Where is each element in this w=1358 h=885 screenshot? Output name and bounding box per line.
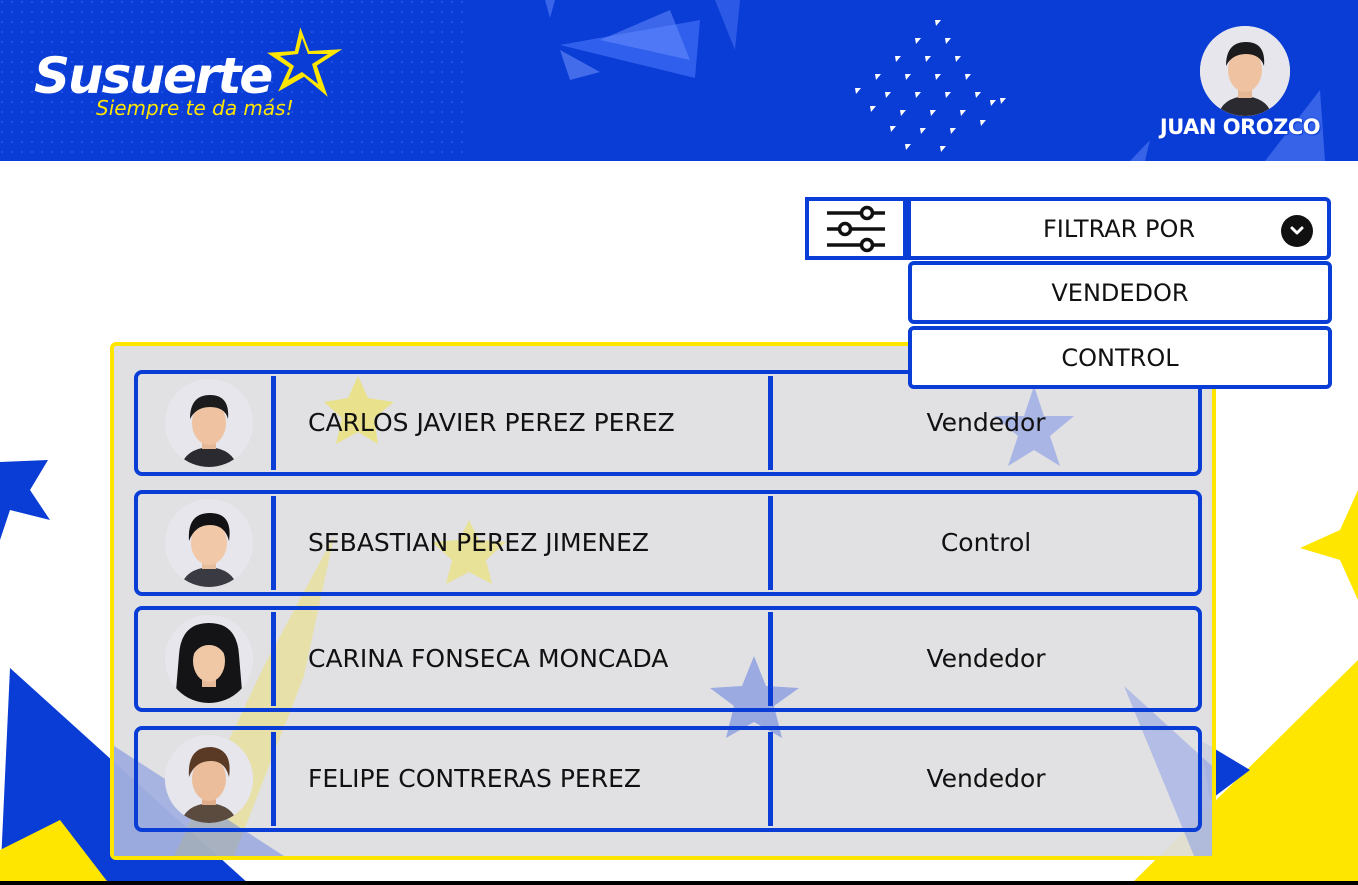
filter-label: FILTRAR POR [1042, 214, 1196, 243]
list-item[interactable]: CARINA FONSECA MONCADA Vendedor [134, 606, 1202, 712]
row-divider [271, 496, 276, 590]
avatar [165, 615, 253, 703]
person-name: CARLOS JAVIER PEREZ PEREZ [308, 408, 675, 437]
row-divider [271, 612, 276, 706]
row-divider [768, 376, 773, 470]
filter-options: VENDEDOR CONTROL [908, 259, 1332, 389]
row-divider [768, 612, 773, 706]
people-list: CARLOS JAVIER PEREZ PEREZ Vendedor SEBAS… [110, 342, 1216, 860]
person-name: CARINA FONSECA MONCADA [308, 644, 669, 673]
row-divider [768, 732, 773, 826]
header-bar: Susuerte Siempre te da más! JUAN OROZCO [0, 0, 1358, 161]
person-name: SEBASTIAN PEREZ JIMENEZ [308, 528, 650, 557]
filter-option-control[interactable]: CONTROL [908, 326, 1332, 389]
person-role: Control [940, 528, 1032, 557]
bottom-border [0, 881, 1358, 885]
avatar [165, 499, 253, 587]
logo-tagline: Siempre te da más! [96, 96, 294, 120]
row-divider [271, 376, 276, 470]
avatar [165, 379, 253, 467]
filter-dropdown[interactable]: FILTRAR POR [907, 197, 1331, 260]
user-avatar[interactable] [1200, 26, 1290, 116]
row-divider [271, 732, 276, 826]
row-divider [768, 496, 773, 590]
susuerte-logo: Susuerte Siempre te da más! [30, 14, 360, 134]
user-name: JUAN OROZCO [1159, 115, 1321, 139]
person-role: Vendedor [926, 644, 1046, 673]
list-item[interactable]: SEBASTIAN PEREZ JIMENEZ Control [134, 490, 1202, 596]
star-icon [262, 20, 348, 102]
chevron-down-icon [1281, 215, 1313, 247]
avatar [165, 735, 253, 823]
filter-option-vendedor[interactable]: VENDEDOR [908, 261, 1332, 324]
person-role: Vendedor [926, 764, 1046, 793]
person-name: FELIPE CONTRERAS PEREZ [308, 764, 642, 793]
sliders-icon [827, 205, 885, 252]
list-item[interactable]: FELIPE CONTRERAS PEREZ Vendedor [134, 726, 1202, 832]
filter-button[interactable] [805, 197, 907, 260]
